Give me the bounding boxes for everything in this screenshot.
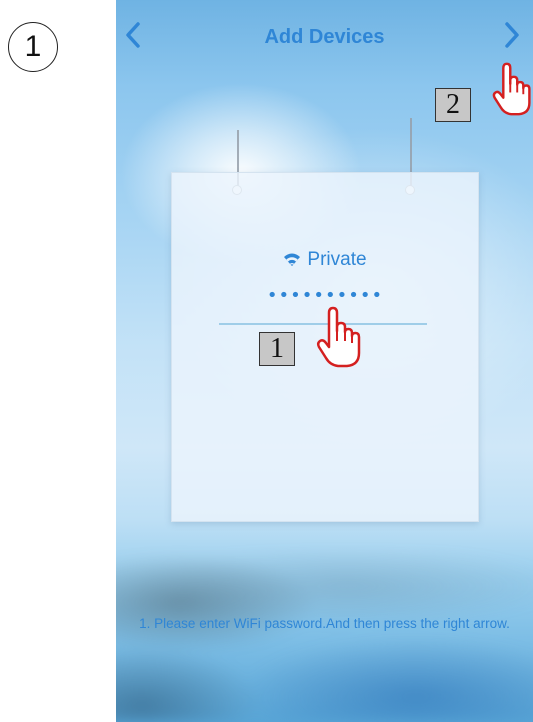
step-number-circle: 1 <box>8 22 58 72</box>
wifi-ssid-label: Private <box>307 249 367 270</box>
wifi-icon <box>284 253 301 266</box>
step-marker-2: 2 <box>435 88 471 122</box>
pointing-hand-icon-next <box>492 62 531 116</box>
next-button[interactable] <box>497 18 525 52</box>
pointing-hand-icon <box>316 306 361 368</box>
chevron-right-icon <box>505 22 519 48</box>
guide-page: 1 Add Devices Private •••••••••• 1 2 1. … <box>0 0 533 722</box>
instruction-text: 1. Please enter WiFi password.And then p… <box>139 616 510 631</box>
wifi-network-row: Private <box>172 249 478 271</box>
page-title: Add Devices <box>264 26 385 48</box>
wifi-password-field[interactable]: •••••••••• <box>172 285 478 306</box>
header-bar: Add Devices <box>116 0 533 72</box>
background-decoration <box>116 552 533 722</box>
step-marker-1: 1 <box>259 332 295 366</box>
phone-screen: Add Devices Private •••••••••• 1 2 1. Pl… <box>116 0 533 722</box>
